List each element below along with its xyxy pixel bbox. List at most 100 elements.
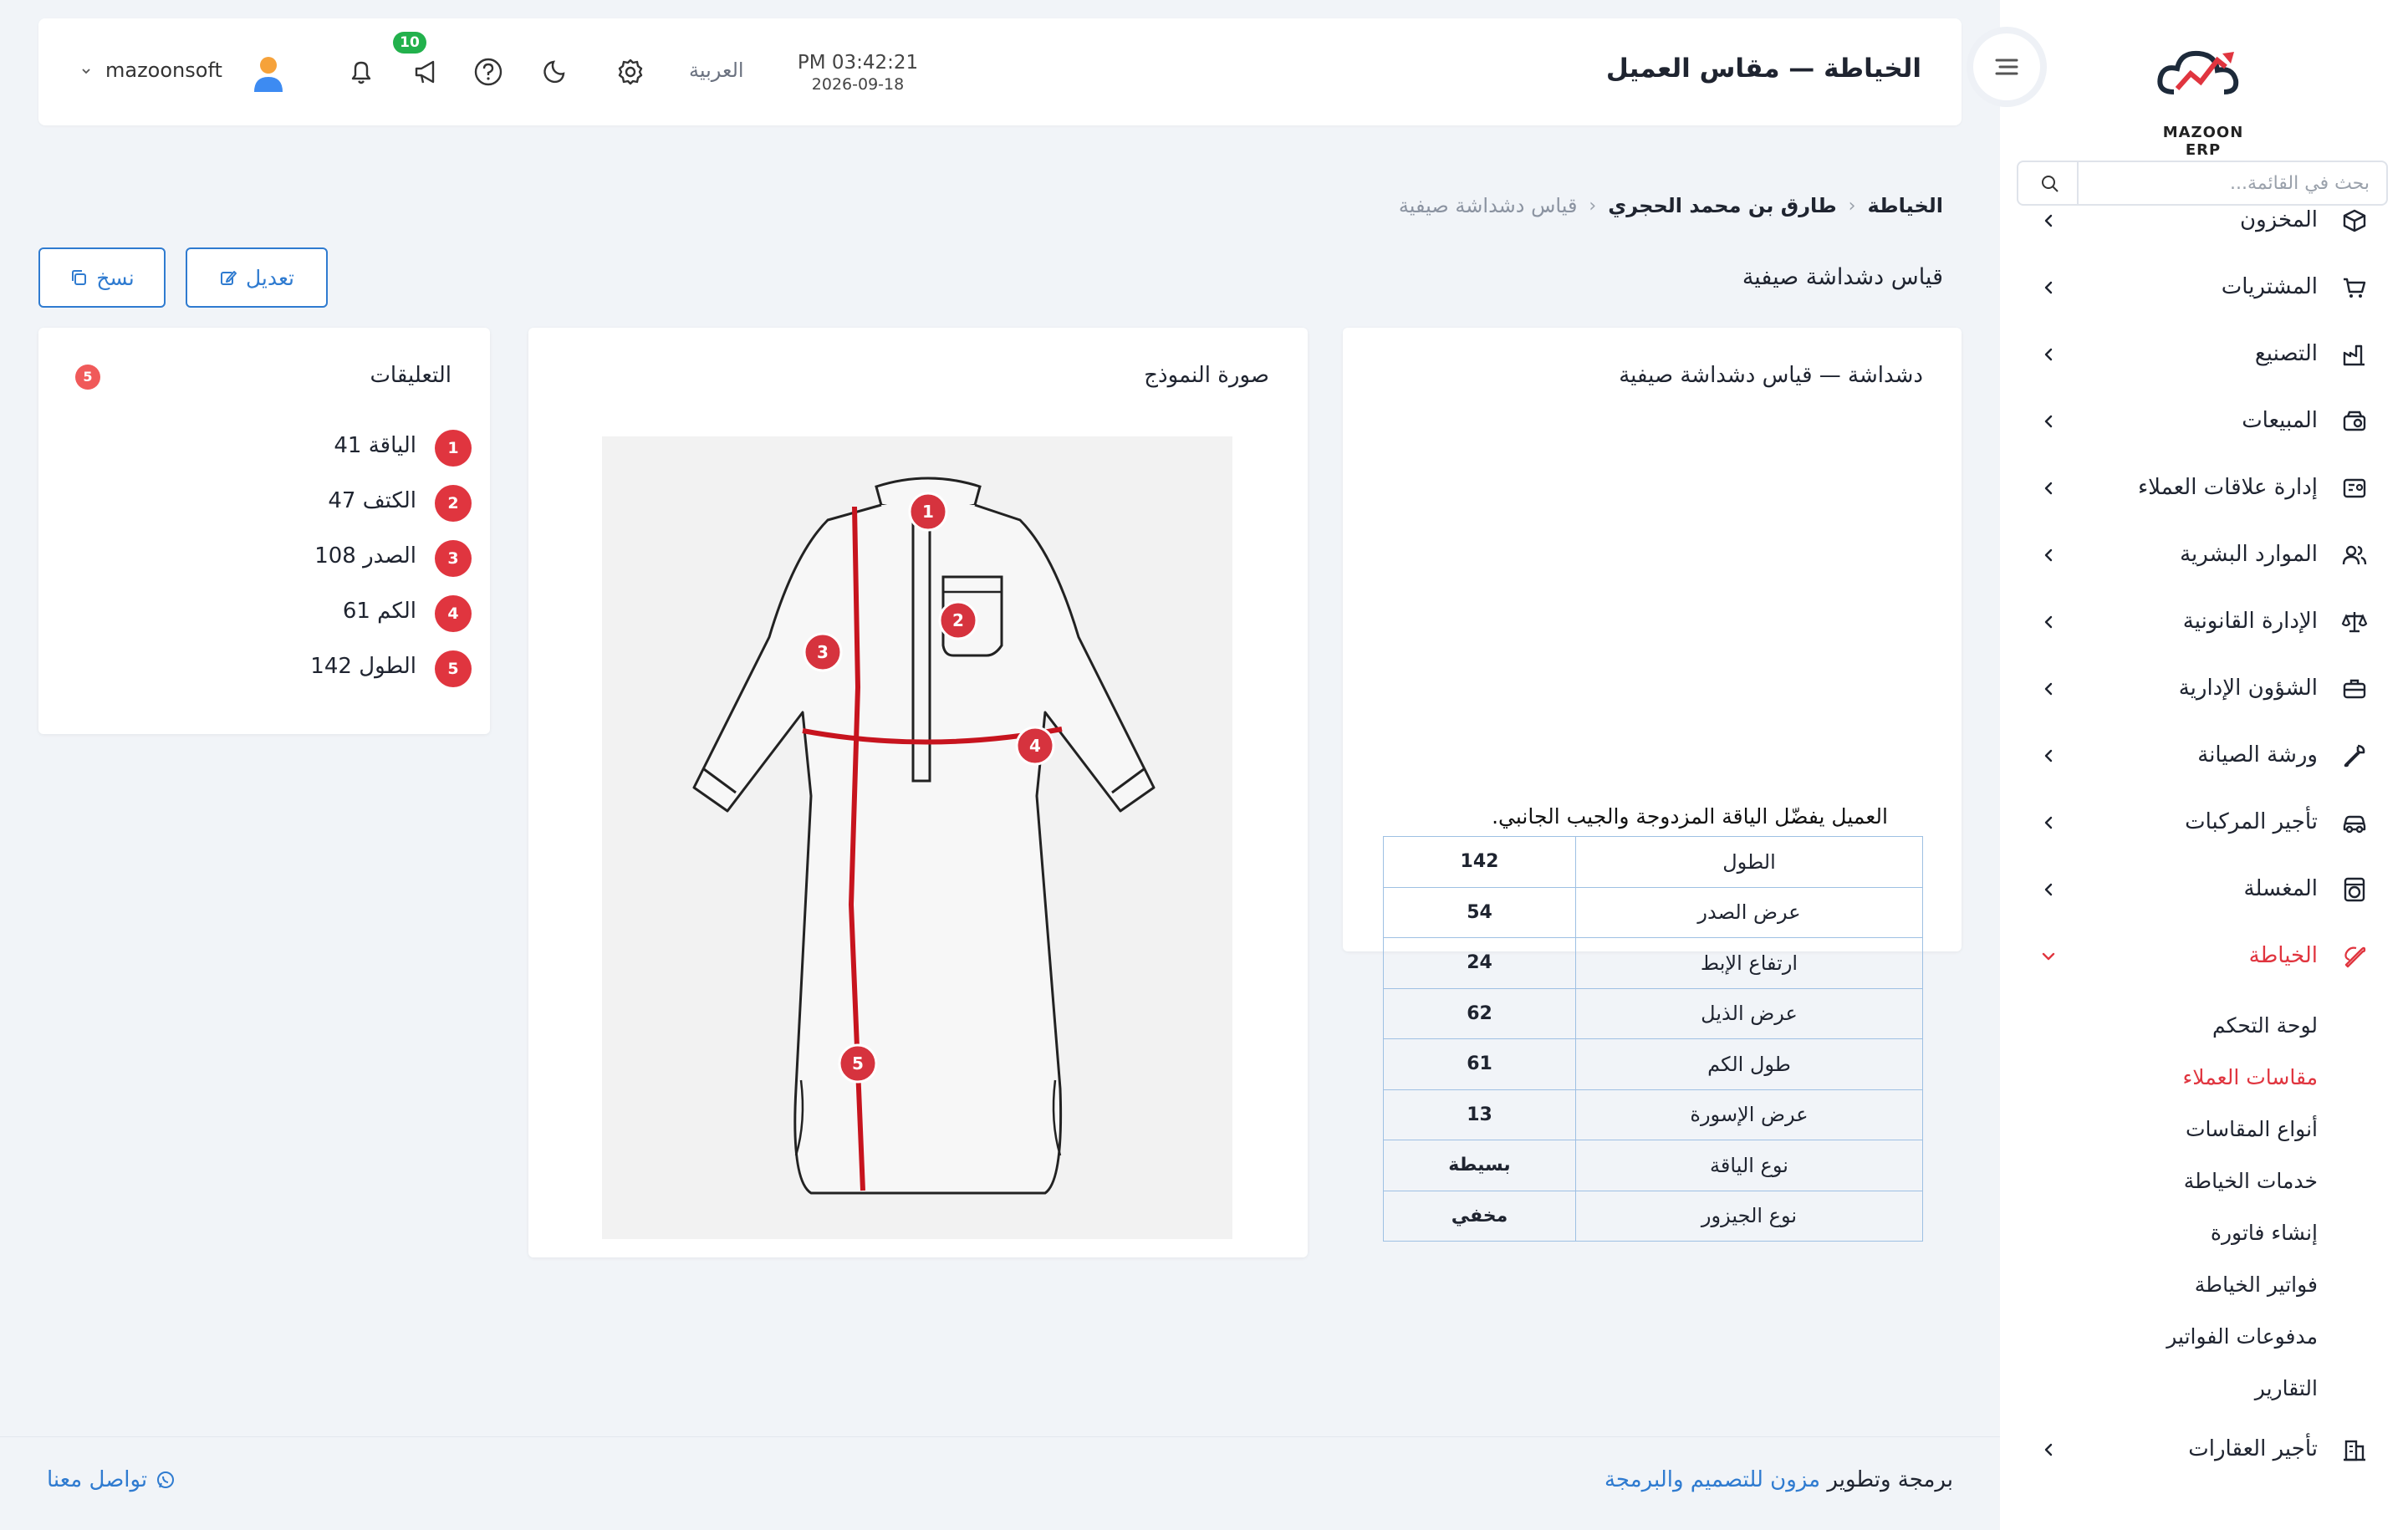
measurement-name: عرض الذيل xyxy=(1575,987,1923,1039)
sidebar-subitem[interactable]: فواتير الخياطة xyxy=(2000,1267,2408,1304)
sidebar-item-label: المبيعات xyxy=(2242,408,2318,433)
chevron-left-icon: ‹ xyxy=(1589,195,1597,217)
breadcrumb-item-current: قياس دشداشة صيفية xyxy=(1398,194,1578,217)
measurements-card-title: دشداشة — قياس دشداشة صيفية xyxy=(1619,363,1923,388)
help-icon[interactable] xyxy=(472,55,505,89)
sidebar-item[interactable]: المغسلة xyxy=(2000,866,2408,913)
sidebar-item[interactable]: ورشة الصيانة xyxy=(2000,732,2408,779)
comment-text: الكم 61 xyxy=(342,599,416,624)
sidebar-item[interactable]: المخزون xyxy=(2000,197,2408,244)
sidebar-item[interactable]: التصنيع xyxy=(2000,331,2408,378)
edit-button-label: تعديل xyxy=(245,265,295,290)
avatar[interactable] xyxy=(247,52,289,94)
sidebar-item[interactable]: الخياطة xyxy=(2000,933,2408,980)
needle-icon xyxy=(2341,943,2368,970)
chevron-left-icon xyxy=(2040,547,2057,564)
sidebar-item[interactable]: إدارة علاقات العملاء xyxy=(2000,465,2408,512)
menu-icon xyxy=(1995,59,2018,75)
marker-1[interactable]: 1 xyxy=(908,492,948,532)
sidebar-item[interactable]: الموارد البشرية xyxy=(2000,532,2408,579)
edit-button[interactable]: تعديل xyxy=(186,247,328,308)
sidebar-item-label: المخزون xyxy=(2240,207,2318,232)
marker-4[interactable]: 4 xyxy=(1015,726,1055,766)
breadcrumb-item-customer[interactable]: طارق بن محمد الحجري xyxy=(1608,194,1836,217)
comments-card: التعليقات 5 1 الياقة 41 2 الكتف 47 3 الصدر 10… xyxy=(38,328,490,734)
table-row: عرض الصدر 54 xyxy=(1383,886,1923,938)
measurement-value: مخفي xyxy=(1383,1190,1576,1242)
marker-1-label: 1 xyxy=(922,502,934,522)
sidebar-item[interactable]: الشؤون الإدارية xyxy=(2000,666,2408,712)
briefcase-icon xyxy=(2341,676,2368,702)
sidebar-subitem-label: لوحة التحكم xyxy=(2212,1013,2318,1038)
sidebar-item-label: التصنيع xyxy=(2254,341,2318,366)
chevron-down-icon[interactable] xyxy=(80,65,92,77)
language-switch[interactable]: العربية xyxy=(689,59,744,82)
measurement-name: ارتفاع الإبط xyxy=(1575,937,1923,989)
car-icon xyxy=(2341,809,2368,836)
table-row: ارتفاع الإبط 24 xyxy=(1383,937,1923,989)
comment-number-badge: 3 xyxy=(435,540,472,577)
sidebar-subitem[interactable]: مدفوعات الفواتير xyxy=(2000,1319,2408,1356)
wrench-icon xyxy=(2341,742,2368,769)
sidebar-subitem[interactable]: إنشاء فاتورة xyxy=(2000,1216,2408,1252)
measurement-name: نوع الجيزور xyxy=(1575,1190,1923,1242)
username[interactable]: mazoonsoft xyxy=(105,59,222,82)
settings-icon[interactable] xyxy=(614,55,647,89)
notifications-badge: 10 xyxy=(393,32,426,54)
marker-5[interactable]: 5 xyxy=(838,1043,878,1084)
copy-button-label: نسخ xyxy=(96,265,135,290)
sidebar-item[interactable]: المبيعات xyxy=(2000,398,2408,445)
customer-note: العميل يفضّل الياقة المزدوجة والجيب الجا… xyxy=(1492,804,1888,829)
table-row: عرض الإسورة 13 xyxy=(1383,1089,1923,1140)
copy-button[interactable]: نسخ xyxy=(38,247,166,308)
sidebar-subitem-label: إنشاء فاتورة xyxy=(2210,1221,2318,1245)
sidebar-subitem[interactable]: خدمات الخياطة xyxy=(2000,1164,2408,1201)
measurement-value: 54 xyxy=(1383,886,1576,938)
sidebar-subitem[interactable]: التقارير xyxy=(2000,1371,2408,1408)
sidebar-toggle-button[interactable] xyxy=(1973,33,2040,100)
clock-date: 2026-09-18 xyxy=(811,75,905,94)
sidebar-subitem[interactable]: أنواع المقاسات xyxy=(2000,1112,2408,1149)
chevron-left-icon xyxy=(2040,413,2057,430)
chevron-left-icon xyxy=(2040,614,2057,630)
marker-2[interactable]: 2 xyxy=(938,600,978,640)
sidebar-subitem-label: مقاسات العملاء xyxy=(2182,1065,2318,1089)
footer-company-link[interactable]: مزون للتصميم والبرمجة xyxy=(1604,1467,1820,1492)
table-row: نوع الياقة بسيطة xyxy=(1383,1140,1923,1191)
comment-number-badge: 4 xyxy=(435,595,472,632)
factory-icon xyxy=(2341,341,2368,368)
comment-text: الياقة 41 xyxy=(334,433,416,458)
comment-number-badge: 1 xyxy=(435,430,472,467)
bell-icon[interactable] xyxy=(344,55,378,89)
measurements-table: الطول 142 عرض الصدر 54 ارتفاع الإبط 24 عرض الذ… xyxy=(1383,836,1923,1242)
list-item: 1 الياقة 41 xyxy=(120,426,472,467)
whatsapp-icon xyxy=(157,1471,175,1488)
list-item: 3 الصدر 108 xyxy=(120,537,472,577)
measurement-value: بسيطة xyxy=(1383,1140,1576,1191)
sidebar-item[interactable]: المشتريات xyxy=(2000,264,2408,311)
table-row: طول الكم 61 xyxy=(1383,1038,1923,1090)
page-subtitle: قياس دشداشة صيفية xyxy=(1742,264,1943,290)
sidebar-subitem[interactable]: مقاسات العملاء xyxy=(2000,1060,2408,1097)
contact-us-link[interactable]: تواصل معنا xyxy=(47,1467,176,1492)
sidebar-item[interactable]: تأجير المركبات xyxy=(2000,799,2408,846)
breadcrumb-item-tailoring[interactable]: الخياطة xyxy=(1867,194,1943,217)
sidebar-subitem[interactable]: لوحة التحكم xyxy=(2000,1008,2408,1045)
measurement-name: طول الكم xyxy=(1575,1038,1923,1090)
search-icon[interactable] xyxy=(2040,174,2060,194)
sidebar: MAZOON ERP المخزون المشتريات التصنيع المبيع… xyxy=(2000,0,2408,1530)
comment-text: الصدر 108 xyxy=(314,543,416,569)
sidebar-item-label: ورشة الصيانة xyxy=(2197,742,2318,768)
clock-time: PM 03:42:21 xyxy=(797,52,919,74)
announcement-icon[interactable] xyxy=(410,55,443,89)
brand-logo[interactable]: MAZOON ERP xyxy=(2149,33,2258,159)
dark-mode-icon[interactable] xyxy=(538,55,572,89)
marker-3[interactable]: 3 xyxy=(803,632,843,672)
sidebar-item-label: تأجير العقارات xyxy=(2188,1436,2318,1461)
sidebar-subitem-label: أنواع المقاسات xyxy=(2185,1117,2318,1141)
sidebar-subitem-label: مدفوعات الفواتير xyxy=(2166,1324,2318,1349)
table-row: نوع الجيزور مخفي xyxy=(1383,1190,1923,1242)
sidebar-item[interactable]: الإدارة القانونية xyxy=(2000,599,2408,645)
sidebar-item[interactable]: تأجير العقارات xyxy=(2000,1426,2408,1473)
garment-diagram: 1 2 3 4 5 xyxy=(602,436,1232,1239)
